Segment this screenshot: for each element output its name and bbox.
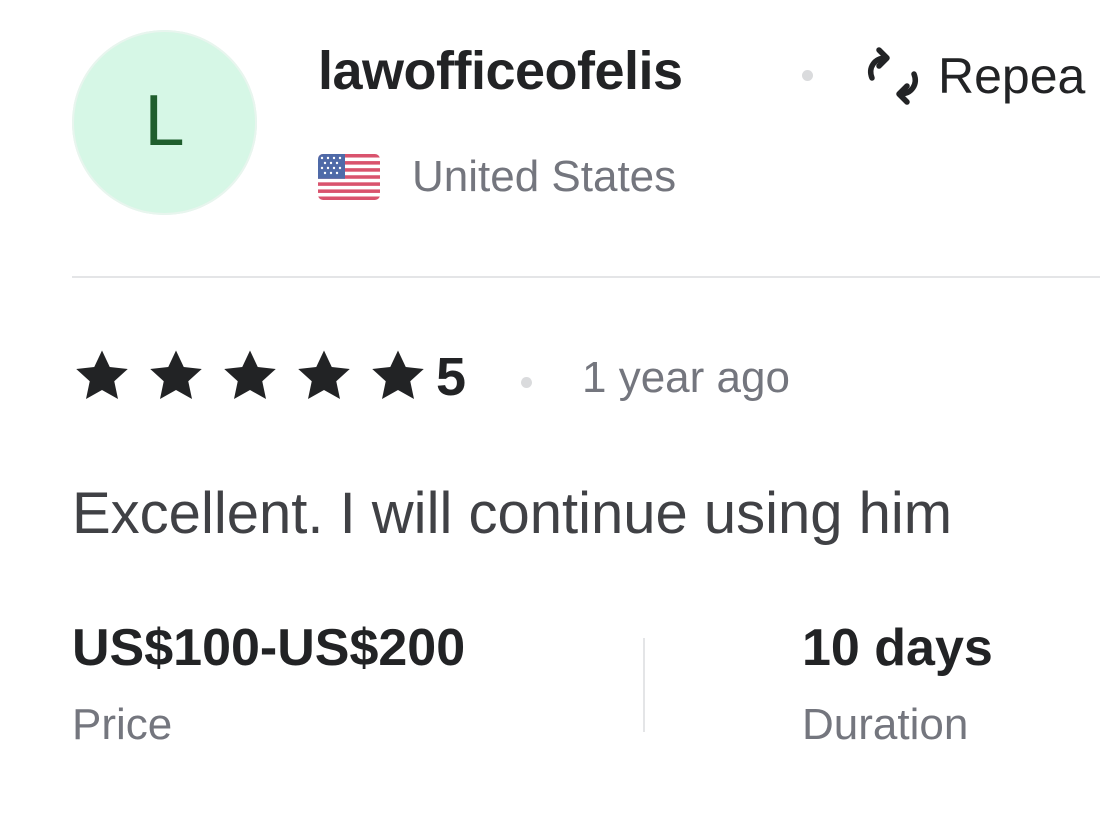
repeat-icon	[868, 47, 918, 105]
duration-label: Duration	[802, 700, 969, 749]
rating-value: 5	[436, 347, 467, 407]
repeat-label: Repea	[938, 48, 1086, 104]
review-text: Excellent. I will continue using him	[72, 481, 953, 546]
star-icon	[150, 350, 202, 399]
star-rating	[72, 346, 442, 406]
price-label: Price	[72, 700, 173, 749]
price-value: US$100-US$200	[72, 619, 466, 677]
separator-dot	[521, 377, 532, 388]
star-icon	[224, 350, 276, 399]
avatar[interactable]: L	[72, 30, 257, 215]
section-divider	[72, 276, 1100, 278]
star-icon	[76, 350, 128, 399]
review-card: L lawofficeofelis Repea United States 5 …	[0, 0, 1100, 826]
details-separator	[643, 638, 645, 732]
us-flag-icon	[318, 154, 380, 200]
reviewer-username[interactable]: lawofficeofelis	[318, 40, 683, 102]
separator-dot	[802, 70, 813, 81]
duration-value: 10 days	[802, 619, 993, 677]
repeat-client-badge: Repea	[862, 46, 1085, 106]
review-time: 1 year ago	[582, 353, 790, 402]
star-icon	[372, 350, 424, 399]
avatar-letter: L	[144, 80, 185, 161]
country-name: United States	[412, 152, 677, 201]
reviewer-country: United States	[318, 152, 676, 202]
star-icon	[298, 350, 350, 399]
